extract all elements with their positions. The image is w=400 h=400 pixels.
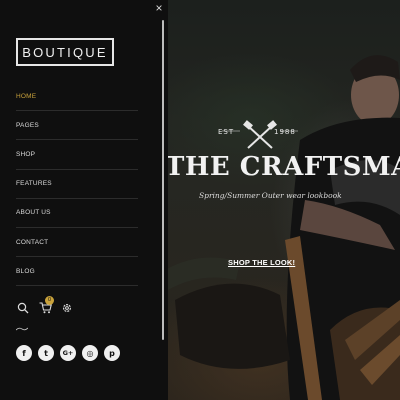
close-icon[interactable]: × [153,2,165,14]
divider-swash-icon [16,327,28,331]
menu-item-pages[interactable]: PAGES [16,111,138,141]
menu-item-shop[interactable]: SHOP [16,140,138,170]
social-links: f t G+ ◎ p [16,345,120,361]
nav-menu: HOME PAGES SHOP FEATURES ABOUT US CONTAC… [16,82,138,287]
cart-icon[interactable]: 0 [38,296,54,315]
pinterest-icon[interactable]: p [104,345,120,361]
header-tools: 0 [16,296,74,316]
hero-title: THE CRAFTSMAN [165,152,400,182]
facebook-icon[interactable]: f [16,345,32,361]
cart-count-badge: 0 [45,296,54,305]
menu-item-contact[interactable]: CONTACT [16,228,138,258]
search-icon[interactable] [16,301,30,315]
gear-icon[interactable] [60,301,74,315]
sidebar-scrollbar[interactable] [162,20,164,340]
shop-the-look-link[interactable]: SHOP THE LOOK! [228,258,295,267]
logo[interactable]: BOUTIQUE [16,38,114,66]
twitter-icon[interactable]: t [38,345,54,361]
est-label: EST [218,128,235,136]
menu-item-home[interactable]: HOME [16,82,138,112]
menu-item-about-us[interactable]: ABOUT US [16,199,138,228]
sidebar-menu: × BOUTIQUE HOME PAGES SHOP FEATURES ABOU… [0,0,168,400]
hero-subtitle: Spring/Summer Outer wear lookbook [199,191,342,200]
instagram-icon[interactable]: ◎ [82,345,98,361]
menu-item-blog[interactable]: BLOG [16,257,138,287]
est-year: 1988 [274,128,296,136]
google-plus-icon[interactable]: G+ [60,345,76,361]
page: EST 1988 THE CRAFTSMAN Spring/Summer Out… [0,0,400,400]
menu-item-features[interactable]: FEATURES [16,170,138,199]
